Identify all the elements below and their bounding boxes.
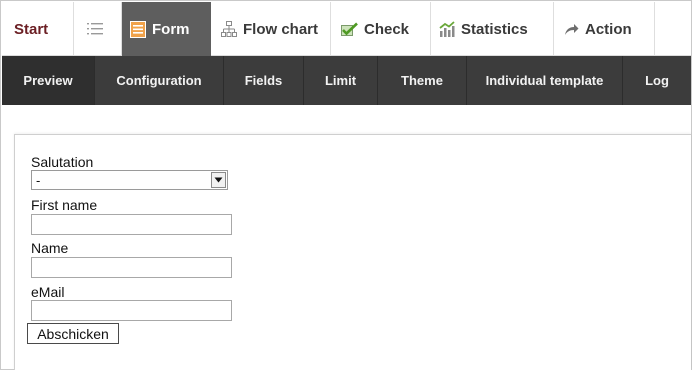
flowchart-icon	[221, 21, 237, 37]
app-window: Start Form Flow chart Check Statistics A…	[0, 0, 692, 370]
tab-form-label: Form	[152, 20, 190, 38]
arrow-right-icon	[564, 23, 579, 36]
chevron-down-icon[interactable]	[211, 172, 226, 188]
tab-flow-chart-label: Flow chart	[243, 20, 319, 38]
subtab-preview[interactable]: Preview	[2, 56, 95, 105]
submit-button[interactable]: Abschicken	[27, 323, 119, 344]
tab-flow-chart[interactable]: Flow chart	[211, 2, 331, 56]
tab-bar-filler	[655, 2, 691, 56]
subtab-individual-template[interactable]: Individual template	[467, 56, 623, 105]
form-preview-panel: Salutation - First name Name eMail Absch…	[14, 134, 691, 370]
tab-check[interactable]: Check	[331, 2, 431, 56]
tab-action-label: Action	[585, 20, 632, 38]
list-icon	[86, 21, 104, 37]
tab-statistics-label: Statistics	[461, 20, 528, 38]
first-name-input[interactable]	[31, 214, 232, 235]
salutation-label: Salutation	[31, 154, 94, 170]
tab-action[interactable]: Action	[554, 2, 655, 56]
subtab-theme[interactable]: Theme	[378, 56, 467, 105]
salutation-select[interactable]: -	[31, 170, 228, 190]
email-input[interactable]	[31, 300, 232, 321]
name-label: Name	[31, 240, 69, 256]
tab-start[interactable]: Start	[2, 2, 74, 56]
name-input[interactable]	[31, 257, 232, 278]
tab-statistics[interactable]: Statistics	[431, 2, 554, 56]
tab-list[interactable]	[74, 2, 122, 56]
email-label: eMail	[31, 284, 65, 300]
statistics-icon	[439, 21, 455, 37]
first-name-label: First name	[31, 197, 98, 213]
salutation-selected-value: -	[36, 172, 41, 188]
form-icon	[130, 20, 146, 38]
subtab-limit[interactable]: Limit	[304, 56, 378, 105]
main-tab-bar: Start Form Flow chart Check Statistics A…	[2, 2, 691, 56]
check-icon	[341, 22, 358, 37]
tab-start-label: Start	[14, 20, 49, 38]
subtab-configuration[interactable]: Configuration	[95, 56, 224, 105]
tab-form[interactable]: Form	[122, 2, 211, 56]
tab-check-label: Check	[364, 20, 410, 38]
subtab-log[interactable]: Log	[623, 56, 691, 105]
sub-navigation: Preview Configuration Fields Limit Theme…	[2, 56, 691, 105]
subtab-fields[interactable]: Fields	[224, 56, 304, 105]
